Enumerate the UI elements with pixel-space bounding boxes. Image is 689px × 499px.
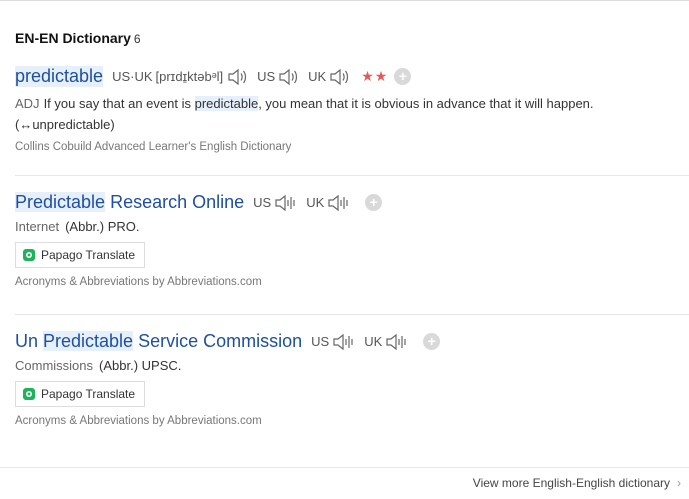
entry-predictable-research-online: Predictable Research Online US UK + Inte… xyxy=(15,192,689,288)
abbreviation-text: (Abbr.) UPSC. xyxy=(99,358,182,373)
entry-word-link[interactable]: Predictable Research Online xyxy=(15,192,244,213)
us-speaker-icon[interactable] xyxy=(278,68,300,86)
add-to-wordbook-button[interactable]: + xyxy=(423,333,441,350)
uk-label: UK xyxy=(308,69,327,84)
entry-word-rest: Service Commission xyxy=(133,331,303,351)
entry-un-predictable-service-commission: Un Predictable Service Commission US UK … xyxy=(15,331,689,427)
entry-word-pre: Un xyxy=(15,331,44,351)
uk-speaker-icon[interactable] xyxy=(329,68,351,86)
footer-divider xyxy=(0,467,689,468)
section-count: 6 xyxy=(133,32,141,46)
papago-translate-button[interactable]: Papago Translate xyxy=(15,381,146,407)
view-more-link[interactable]: View more English-English dictionary › xyxy=(473,476,681,490)
pronunciation-group: US UK + xyxy=(253,194,383,212)
frequency-stars-icon: ★★ xyxy=(361,68,389,84)
entry-divider xyxy=(15,314,689,315)
abbreviation-line: Internet (Abbr.) PRO. xyxy=(15,219,689,234)
uk-label: UK xyxy=(306,195,325,210)
papago-icon xyxy=(23,388,35,400)
entry-divider xyxy=(15,175,689,176)
abbreviation-text: (Abbr.) PRO. xyxy=(65,219,140,234)
add-to-wordbook-button[interactable]: + xyxy=(394,68,412,85)
part-of-speech: ADJ xyxy=(15,96,40,111)
section-title-text: EN-EN Dictionary xyxy=(15,30,131,46)
uk-label: UK xyxy=(364,334,383,349)
pron-label: US·UK xyxy=(112,69,153,84)
phonetic-text: [prɪdɪ̱ktəbᵊl] xyxy=(155,69,224,84)
papago-translate-button[interactable]: Papago Translate xyxy=(15,242,146,268)
uk-speaker-icon[interactable] xyxy=(385,333,409,351)
dictionary-source[interactable]: Collins Cobuild Advanced Learner's Engli… xyxy=(15,141,689,153)
category-label: Commissions xyxy=(15,358,94,373)
us-speaker-icon[interactable] xyxy=(274,194,298,212)
us-label: US xyxy=(253,195,272,210)
speaker-icon[interactable] xyxy=(227,68,249,86)
entry-word-highlight: Predictable xyxy=(15,192,106,212)
dictionary-source[interactable]: Acronyms & Abbreviations by Abbreviation… xyxy=(15,276,689,288)
chevron-right-icon: › xyxy=(677,476,681,490)
definition-text-before: If you say that an event is xyxy=(43,96,195,111)
us-speaker-icon[interactable] xyxy=(332,333,356,351)
view-more-label: View more English-English dictionary xyxy=(472,476,670,490)
papago-translate-label: Papago Translate xyxy=(41,248,136,262)
abbreviation-line: Commissions (Abbr.) UPSC. xyxy=(15,358,689,373)
add-to-wordbook-button[interactable]: + xyxy=(365,194,383,211)
section-title: EN-EN Dictionary 6 xyxy=(15,30,141,46)
entry-word-link[interactable]: Un Predictable Service Commission xyxy=(15,331,302,352)
definition: ADJ If you say that an event is predictab… xyxy=(15,93,655,135)
entry-word-rest: Research Online xyxy=(105,192,245,212)
us-label: US xyxy=(257,69,276,84)
pronunciation-group: US·UK [prɪdɪ̱ktəbᵊl] US UK ★★ + xyxy=(112,68,412,86)
category-label: Internet xyxy=(15,219,60,234)
uk-speaker-icon[interactable] xyxy=(327,194,351,212)
papago-icon xyxy=(23,249,35,261)
definition-highlight: predictable xyxy=(194,96,259,111)
pronunciation-group: US UK + xyxy=(311,333,441,351)
dictionary-source[interactable]: Acronyms & Abbreviations by Abbreviation… xyxy=(15,415,689,427)
top-border xyxy=(0,0,689,1)
papago-translate-label: Papago Translate xyxy=(41,387,136,401)
us-label: US xyxy=(311,334,330,349)
entry-word-link[interactable]: predictable xyxy=(15,66,104,87)
entry-word-highlight: Predictable xyxy=(43,331,134,351)
entry-predictable: predictable US·UK [prɪdɪ̱ktəbᵊl] US UK ★… xyxy=(15,66,689,153)
